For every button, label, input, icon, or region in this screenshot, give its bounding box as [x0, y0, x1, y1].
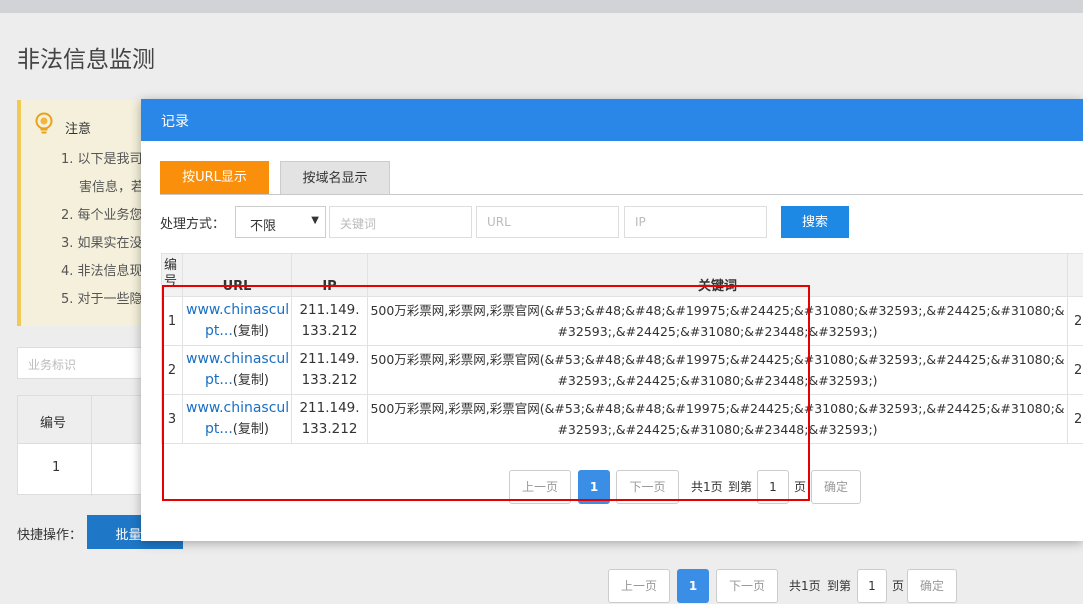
notice-title: 注意	[65, 122, 92, 137]
lightbulb-icon	[35, 112, 53, 134]
dialog-title: 记录	[141, 99, 1083, 141]
goto-page-input[interactable]: 1	[857, 569, 887, 603]
caret-down-icon: ▼	[311, 215, 319, 226]
notice-line: 1. 以下是我司	[61, 152, 143, 167]
table-cell-num: 1	[52, 460, 61, 475]
select-value: 不限	[250, 219, 277, 234]
business-id-input[interactable]: 业务标识	[17, 347, 147, 379]
keyword-input[interactable]: 关键词	[329, 206, 472, 238]
notice-line: 3. 如果实在没	[61, 236, 143, 251]
notice-line: 5. 对于一些隐	[61, 292, 143, 307]
page-title: 非法信息监测	[17, 47, 155, 73]
browser-top-bar	[0, 0, 1083, 13]
table-header-num: 编号	[18, 396, 146, 444]
notice-line: 害信息，若	[79, 180, 145, 195]
search-button[interactable]: 搜索	[781, 206, 849, 238]
total-pages: 共1页	[789, 579, 821, 593]
handling-method-label: 处理方式：	[160, 217, 226, 232]
background-table: 编号 1	[17, 395, 147, 496]
highlight-box	[162, 285, 810, 501]
notice-line: 4. 非法信息现	[61, 264, 143, 279]
tab-by-domain[interactable]: 按域名显示	[280, 161, 390, 194]
notice-line: 2. 每个业务您	[61, 208, 143, 223]
url-input[interactable]: URL	[476, 206, 619, 238]
next-page-button[interactable]: 下一页	[716, 569, 778, 603]
prev-page-button[interactable]: 上一页	[608, 569, 670, 603]
row-extra: 2	[1067, 394, 1083, 444]
ip-input[interactable]: IP	[624, 206, 767, 238]
col-header-extra	[1067, 253, 1083, 297]
confirm-page-button[interactable]: 确定	[811, 470, 861, 504]
goto-label: 到第	[827, 579, 852, 593]
handling-method-select[interactable]: 不限 ▼	[235, 206, 326, 238]
row-extra: 2	[1067, 345, 1083, 395]
quick-ops-label: 快捷操作：	[17, 528, 83, 543]
goto-suffix: 页	[892, 579, 905, 593]
confirm-page-button[interactable]: 确定	[907, 569, 957, 603]
page-1-button[interactable]: 1	[677, 569, 709, 603]
row-extra: 2	[1067, 296, 1083, 346]
tab-by-url[interactable]: 按URL显示	[160, 161, 269, 194]
notice-panel: 注意 1. 以下是我司 害信息，若 2. 每个业务您 3. 如果实在没 4. 非…	[17, 100, 157, 326]
tab-bar: 按URL显示 按域名显示	[160, 161, 1083, 195]
